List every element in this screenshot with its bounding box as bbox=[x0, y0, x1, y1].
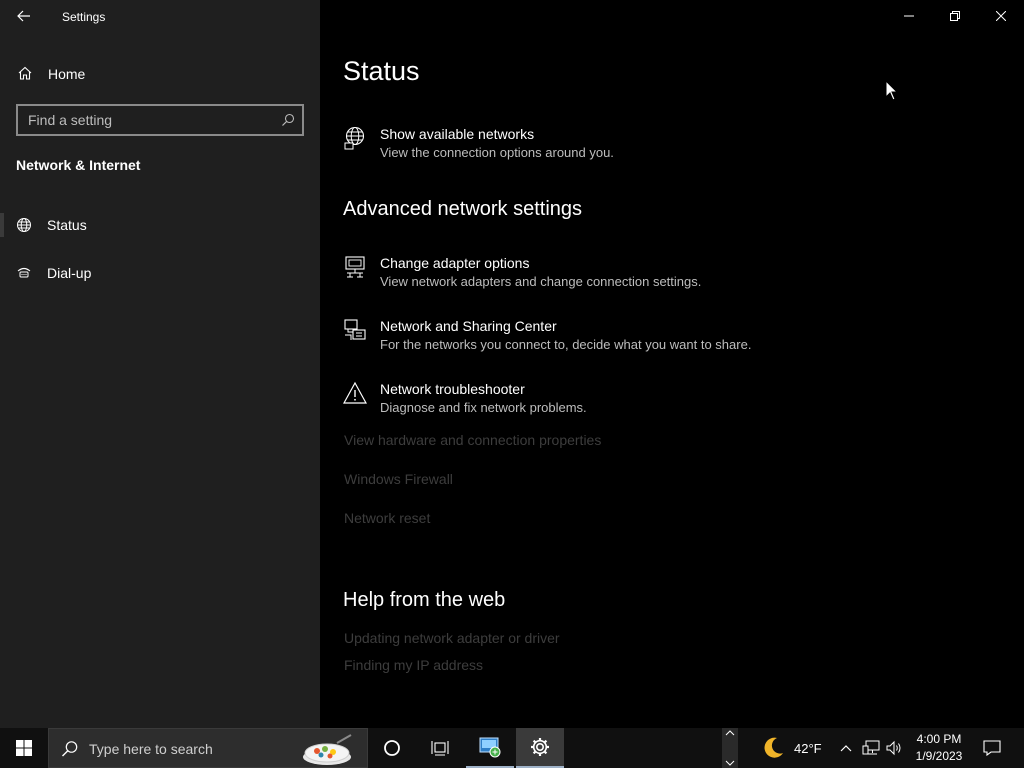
active-indicator bbox=[0, 213, 4, 237]
setting-title: Show available networks bbox=[380, 126, 535, 142]
find-setting-input[interactable] bbox=[18, 106, 268, 134]
dialup-icon bbox=[17, 267, 31, 278]
sidebar-item-label: Status bbox=[47, 217, 87, 233]
setting-description: View network adapters and change connect… bbox=[380, 274, 702, 289]
mouse-cursor-icon bbox=[885, 80, 899, 101]
network-sharing-center[interactable]: Network and Sharing Center For the netwo… bbox=[343, 318, 843, 362]
action-center-button[interactable] bbox=[980, 728, 1004, 768]
network-tray-button[interactable] bbox=[860, 728, 882, 768]
network-tray-icon bbox=[862, 740, 880, 755]
network-troubleshooter[interactable]: Network troubleshooter Diagnose and fix … bbox=[343, 381, 843, 425]
clock-time: 4:00 PM bbox=[916, 732, 962, 746]
close-icon bbox=[996, 11, 1006, 21]
advanced-network-heading: Advanced network settings bbox=[343, 198, 583, 220]
settings-app-button[interactable] bbox=[516, 728, 564, 768]
setting-title: Network and Sharing Center bbox=[380, 318, 557, 334]
setting-description: View the connection options around you. bbox=[380, 145, 614, 160]
section-title: Network & Internet bbox=[16, 157, 141, 173]
page-title: Status bbox=[343, 56, 420, 86]
sidebar: Settings Home Network & Internet Status … bbox=[0, 0, 320, 728]
taskbar-search-text: Type here to search bbox=[89, 741, 213, 757]
taskbar-search-box[interactable]: Type here to search bbox=[48, 728, 368, 768]
taskbar-scroll-control[interactable] bbox=[722, 728, 738, 768]
volume-tray-button[interactable] bbox=[884, 728, 904, 768]
setting-description: Diagnose and fix network problems. bbox=[380, 400, 587, 415]
sidebar-item-dial-up[interactable]: Dial-up bbox=[0, 255, 320, 291]
link-finding-ip-address[interactable]: Finding my IP address bbox=[344, 657, 483, 673]
change-adapter-options[interactable]: Change adapter options View network adap… bbox=[343, 255, 843, 299]
chevron-up-icon[interactable] bbox=[725, 730, 735, 736]
weather-temperature: 42°F bbox=[794, 740, 822, 756]
link-windows-firewall[interactable]: Windows Firewall bbox=[344, 471, 453, 487]
network-globe-icon bbox=[344, 126, 365, 150]
globe-icon bbox=[17, 218, 31, 232]
search-icon bbox=[62, 741, 78, 757]
back-button[interactable] bbox=[10, 4, 38, 28]
link-view-hardware-properties[interactable]: View hardware and connection properties bbox=[344, 432, 601, 448]
taskbar: Type here to search 42°F 4:00 PM 1/9/202… bbox=[0, 728, 1024, 768]
sidebar-item-label: Dial-up bbox=[47, 265, 92, 281]
gear-icon bbox=[531, 738, 549, 756]
show-available-networks[interactable]: Show available networks View the connect… bbox=[343, 126, 843, 170]
home-label: Home bbox=[48, 66, 86, 82]
link-network-reset[interactable]: Network reset bbox=[344, 510, 430, 526]
cortana-button[interactable] bbox=[368, 728, 416, 768]
notification-icon bbox=[983, 740, 1001, 756]
link-updating-network-adapter[interactable]: Updating network adapter or driver bbox=[344, 630, 560, 646]
find-setting-box[interactable] bbox=[16, 104, 304, 136]
sidebar-home[interactable]: Home bbox=[0, 58, 320, 88]
setting-description: For the networks you connect to, decide … bbox=[380, 337, 752, 352]
task-view-button[interactable] bbox=[416, 728, 464, 768]
close-button[interactable] bbox=[978, 0, 1024, 32]
network-app-icon bbox=[479, 737, 501, 758]
sharing-center-icon bbox=[344, 319, 366, 340]
search-highlight-illustration bbox=[303, 734, 352, 765]
adapter-icon bbox=[345, 256, 365, 278]
app-title: Settings bbox=[62, 10, 106, 24]
weather-widget[interactable]: 42°F bbox=[760, 728, 822, 768]
taskbar-clock[interactable]: 4:00 PM 1/9/2023 bbox=[906, 731, 972, 765]
network-app-button[interactable] bbox=[466, 728, 514, 768]
start-button[interactable] bbox=[0, 728, 48, 768]
clock-date: 1/9/2023 bbox=[915, 749, 963, 763]
sidebar-item-status[interactable]: Status bbox=[0, 207, 320, 243]
setting-title: Network troubleshooter bbox=[380, 381, 525, 397]
speaker-icon bbox=[886, 740, 901, 756]
back-arrow-icon bbox=[17, 10, 30, 22]
windows-logo-icon bbox=[16, 740, 32, 756]
chevron-down-icon[interactable] bbox=[725, 760, 735, 766]
setting-title: Change adapter options bbox=[380, 255, 530, 271]
home-icon bbox=[18, 66, 32, 80]
warning-icon bbox=[343, 381, 367, 404]
cortana-icon bbox=[384, 740, 400, 756]
title-bar: Settings bbox=[0, 0, 320, 32]
minimize-button[interactable] bbox=[886, 0, 932, 32]
restore-icon bbox=[950, 11, 960, 21]
task-view-icon bbox=[431, 741, 449, 756]
chevron-up-icon bbox=[840, 745, 852, 752]
help-heading: Help from the web bbox=[343, 589, 506, 611]
show-hidden-icons-button[interactable] bbox=[836, 728, 856, 768]
minimize-icon bbox=[904, 15, 914, 17]
search-icon[interactable] bbox=[281, 113, 295, 127]
moon-icon bbox=[764, 737, 783, 758]
restore-button[interactable] bbox=[932, 0, 978, 32]
